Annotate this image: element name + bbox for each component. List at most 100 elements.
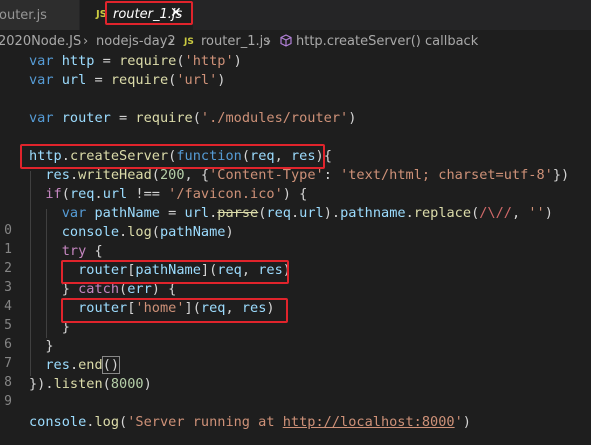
code-token: 200	[159, 167, 185, 183]
chevron-right-icon: ›	[169, 34, 175, 49]
code-line[interactable]: res.end()	[29, 356, 121, 375]
line-number: 1	[4, 242, 12, 257]
code-token: )	[233, 53, 242, 69]
code-token: '	[454, 414, 463, 430]
breadcrumb-item[interactable]: nodejs-day2	[96, 34, 176, 49]
code-token: )	[217, 72, 226, 88]
code-line[interactable]: var url = require('url')	[29, 71, 225, 90]
code-token: =	[110, 110, 136, 126]
line-number: 3	[4, 280, 12, 295]
code-token: http	[61, 53, 95, 69]
code-token: =	[94, 53, 120, 69]
code-token: 'Server running at	[127, 414, 283, 430]
code-token: )	[225, 224, 234, 240]
router-home-highlight-annotation	[61, 298, 288, 323]
code-token: try	[61, 243, 87, 259]
code-token: )	[462, 414, 471, 430]
code-token: (	[151, 224, 160, 240]
code-token: req	[266, 205, 291, 221]
code-token: url	[184, 205, 210, 221]
code-line[interactable]: try {	[29, 242, 103, 261]
code-token: )	[544, 205, 553, 221]
code-token: var	[29, 72, 54, 88]
indent-guide	[46, 209, 47, 338]
code-token: 8000	[110, 376, 144, 392]
line-number: 7	[4, 356, 12, 371]
code-token: (	[119, 414, 128, 430]
code-token: =	[86, 72, 111, 88]
code-editor[interactable]: 0123456789 var http = require('http') var…	[0, 52, 591, 445]
code-token: .	[94, 186, 103, 202]
breadcrumb-item[interactable]: 2020Node.JS	[0, 34, 81, 49]
indent-guide	[30, 171, 31, 376]
code-token: .	[290, 205, 300, 221]
code-token: =	[159, 205, 185, 221]
code-token: .	[119, 224, 128, 240]
code-token: require	[119, 53, 177, 69]
tab-router-js[interactable]: outer.js	[0, 0, 80, 30]
code-token: res	[45, 167, 70, 183]
code-token: http://localhost:8000	[282, 414, 455, 430]
line-number: 5	[4, 318, 12, 333]
line-number: 6	[4, 337, 12, 352]
breadcrumb-item[interactable]: http.createServer() callback	[296, 34, 478, 49]
code-token: ()	[101, 356, 121, 374]
breadcrumb-item[interactable]: router_1.js	[201, 34, 270, 49]
code-line[interactable]: if(req.url !== '/favicon.ico') {	[29, 185, 307, 204]
tab-highlight-annotation	[105, 1, 193, 25]
code-token: replace	[413, 205, 472, 221]
code-token: pathName	[94, 205, 160, 221]
line-number: 4	[4, 299, 12, 314]
chevron-right-icon: ›	[83, 34, 89, 49]
code-token: '/favicon.ico'	[168, 186, 283, 202]
code-line[interactable]: var pathName = url.parse(req.url).pathna…	[29, 204, 553, 223]
code-token: (	[61, 186, 70, 202]
code-token: var	[29, 53, 54, 69]
code-token: )	[143, 376, 152, 392]
code-token: console	[29, 414, 87, 430]
code-token: url	[299, 205, 324, 221]
create-server-highlight-annotation	[20, 144, 325, 169]
code-token: require	[135, 110, 193, 126]
code-token: }	[45, 338, 54, 354]
code-token: 'url'	[176, 72, 218, 88]
code-token: console	[61, 224, 120, 240]
code-line[interactable]: }	[29, 337, 54, 356]
code-token: require	[110, 72, 169, 88]
code-line[interactable]: var router = require('./modules/router')	[29, 109, 356, 128]
code-token: writeHead	[78, 167, 152, 183]
code-token: }).	[29, 376, 54, 392]
code-token: var	[61, 205, 87, 221]
code-token: 'text/html; charset=utf-8'	[340, 167, 553, 183]
tab-bar: outer.js JS router_1.js ✕	[0, 0, 591, 30]
code-token: url	[102, 186, 128, 202]
code-token: req	[69, 186, 95, 202]
code-token: .	[69, 357, 79, 373]
code-token: ,	[512, 205, 529, 221]
line-number: 2	[4, 261, 12, 276]
code-line[interactable]: console.log('Server running at http://lo…	[29, 413, 471, 432]
code-token: :	[323, 167, 341, 183]
code-token: ).	[323, 205, 341, 221]
code-token: /\//	[479, 205, 512, 221]
code-line[interactable]: }).listen(8000)	[29, 375, 152, 394]
code-token: ) {	[282, 186, 308, 202]
code-token: (	[102, 376, 111, 392]
code-token: {	[86, 243, 103, 259]
code-token: router	[61, 110, 111, 126]
code-line[interactable]: console.log(pathName)	[29, 223, 234, 242]
code-token: .	[405, 205, 414, 221]
code-token: ''	[528, 205, 545, 221]
router-pathname-highlight-annotation	[61, 260, 289, 284]
code-line[interactable]: var http = require('http')	[29, 52, 242, 71]
code-token: !==	[127, 186, 169, 202]
code-token: var	[29, 110, 54, 126]
line-number: 0	[4, 223, 12, 238]
breadcrumb: 2020Node.JS › nodejs-day2 › JS router_1.…	[0, 30, 591, 52]
